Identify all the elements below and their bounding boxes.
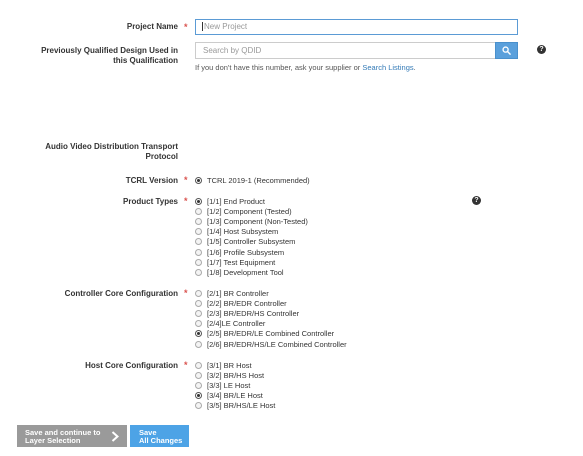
radio-button[interactable] (195, 402, 202, 410)
radio-option[interactable]: [1/5] Controller Subsystem (195, 237, 308, 247)
radio-option-label: [1/1] End Product (207, 196, 265, 206)
required-marker: * (184, 360, 188, 370)
radio-option[interactable]: [1/1] End Product (195, 196, 308, 206)
radio-button-selected[interactable] (195, 197, 202, 205)
radio-button-selected[interactable] (195, 392, 202, 400)
radio-option[interactable]: [2/6] BR/EDR/HS/LE Combined Controller (195, 339, 347, 349)
radio-option[interactable]: [1/4] Host Subsystem (195, 227, 308, 237)
controller-core-options: [2/1] BR Controller [2/2] BR/EDR Control… (195, 288, 347, 349)
radio-button[interactable] (195, 217, 202, 225)
radio-button[interactable] (195, 228, 202, 236)
radio-option-label: [3/5] BR/HS/LE Host (207, 401, 276, 411)
qdid-hint-text: If you don't have this number, ask your … (195, 63, 363, 72)
radio-option-label: [2/4]LE Controller (207, 319, 266, 329)
radio-button-selected[interactable] (195, 330, 202, 338)
search-listings-link[interactable]: Search Listings (362, 63, 413, 72)
qdid-hint: If you don't have this number, ask your … (195, 63, 416, 73)
qdid-help-icon[interactable]: ? (537, 45, 546, 54)
radio-option-label: [3/4] BR/LE Host (207, 391, 263, 401)
radio-button[interactable] (195, 289, 202, 297)
radio-option-label: [1/7] Test Equipment (207, 257, 276, 267)
radio-option[interactable]: [1/6] Profile Subsystem (195, 247, 308, 257)
radio-option[interactable]: [1/8] Development Tool (195, 267, 308, 277)
required-marker: * (184, 22, 188, 32)
radio-option[interactable]: [3/5] BR/HS/LE Host (195, 401, 275, 411)
host-core-label: Host Core Configuration (85, 361, 178, 370)
radio-option-label: [1/6] Profile Subsystem (207, 247, 285, 257)
search-icon (502, 46, 511, 55)
product-types-label: Product Types (123, 197, 178, 206)
radio-button[interactable] (195, 238, 202, 246)
project-name-input[interactable]: New Project (195, 19, 518, 35)
qdid-label-line2: this Qualification (113, 56, 178, 65)
radio-option[interactable]: [1/7] Test Equipment (195, 257, 308, 267)
tcrl-version-label: TCRL Version (125, 176, 178, 185)
tcrl-version-options: TCRL 2019-1 (Recommended) (195, 175, 310, 185)
radio-option[interactable]: [2/1] BR Controller (195, 288, 347, 298)
radio-option[interactable]: [1/3] Component (Non-Tested) (195, 216, 308, 226)
radio-button[interactable] (195, 258, 202, 266)
radio-option[interactable]: [2/5] BR/EDR/LE Combined Controller (195, 329, 347, 339)
required-marker: * (184, 288, 188, 298)
radio-option-label: [2/1] BR Controller (207, 288, 269, 298)
radio-button[interactable] (195, 248, 202, 256)
controller-core-label: Controller Core Configuration (64, 289, 178, 298)
radio-option-label: [1/2] Component (Tested) (207, 206, 292, 216)
radio-option-label: [1/4] Host Subsystem (207, 227, 279, 237)
required-marker: * (184, 196, 188, 206)
radio-option[interactable]: [2/3] BR/EDR/HS Controller (195, 308, 347, 318)
radio-option-label: TCRL 2019-1 (Recommended) (207, 175, 310, 185)
qdid-hint-end: . (413, 63, 416, 72)
host-core-options: [3/1] BR Host [3/2] BR/HS Host [3/3] LE … (195, 360, 275, 411)
radio-option-label: [1/5] Controller Subsystem (207, 237, 296, 247)
radio-option-label: [1/3] Component (Non-Tested) (207, 216, 308, 226)
radio-button[interactable] (195, 299, 202, 307)
radio-option[interactable]: [2/2] BR/EDR Controller (195, 298, 347, 308)
qdid-label: Previously Qualified Design Used in this… (0, 46, 178, 66)
qdid-search-input[interactable]: Search by QDID (195, 42, 496, 59)
project-name-label: Project Name (126, 22, 178, 31)
avdtp-label: Audio Video Distribution Transport Proto… (0, 142, 178, 162)
radio-option[interactable]: [2/4]LE Controller (195, 319, 347, 329)
radio-option-label: [3/2] BR/HS Host (207, 370, 265, 380)
radio-button-selected[interactable] (195, 176, 202, 184)
save-and-continue-button[interactable]: Save and continue to Layer Selection (17, 425, 127, 447)
radio-button[interactable] (195, 361, 202, 369)
chevron-right-icon (105, 425, 125, 447)
product-types-options: [1/1] End Product [1/2] Component (Teste… (195, 196, 308, 278)
radio-option-label: [2/5] BR/EDR/LE Combined Controller (207, 329, 335, 339)
radio-option-label: [2/2] BR/EDR Controller (207, 298, 287, 308)
radio-option-label: [2/6] BR/EDR/HS/LE Combined Controller (207, 339, 347, 349)
product-types-help-icon[interactable]: ? (472, 196, 481, 205)
radio-option[interactable]: [3/2] BR/HS Host (195, 370, 275, 380)
qdid-search-button[interactable] (495, 42, 518, 59)
radio-option[interactable]: [3/4] BR/LE Host (195, 391, 275, 401)
radio-button[interactable] (195, 207, 202, 215)
radio-button[interactable] (195, 371, 202, 379)
save-all-line2: All Changes (139, 436, 183, 445)
avdtp-label-line2: Protocol (145, 152, 178, 161)
radio-option[interactable]: TCRL 2019-1 (Recommended) (195, 175, 310, 185)
radio-option-label: [1/8] Development Tool (207, 267, 284, 277)
qdid-label-line1: Previously Qualified Design Used in (41, 46, 178, 55)
avdtp-label-line1: Audio Video Distribution Transport (45, 142, 178, 151)
radio-option[interactable]: [3/1] BR Host (195, 360, 275, 370)
radio-option-label: [2/3] BR/EDR/HS Controller (207, 308, 300, 318)
radio-button[interactable] (195, 381, 202, 389)
radio-option[interactable]: [1/2] Component (Tested) (195, 206, 308, 216)
radio-option-label: [3/1] BR Host (207, 360, 252, 370)
radio-button[interactable] (195, 320, 202, 328)
save-all-changes-button[interactable]: Save All Changes (130, 425, 189, 447)
radio-button[interactable] (195, 309, 202, 317)
radio-button[interactable] (195, 268, 202, 276)
radio-button[interactable] (195, 340, 202, 348)
radio-option[interactable]: [3/3] LE Host (195, 380, 275, 390)
radio-option-label: [3/3] LE Host (207, 380, 251, 390)
required-marker: * (184, 175, 188, 185)
